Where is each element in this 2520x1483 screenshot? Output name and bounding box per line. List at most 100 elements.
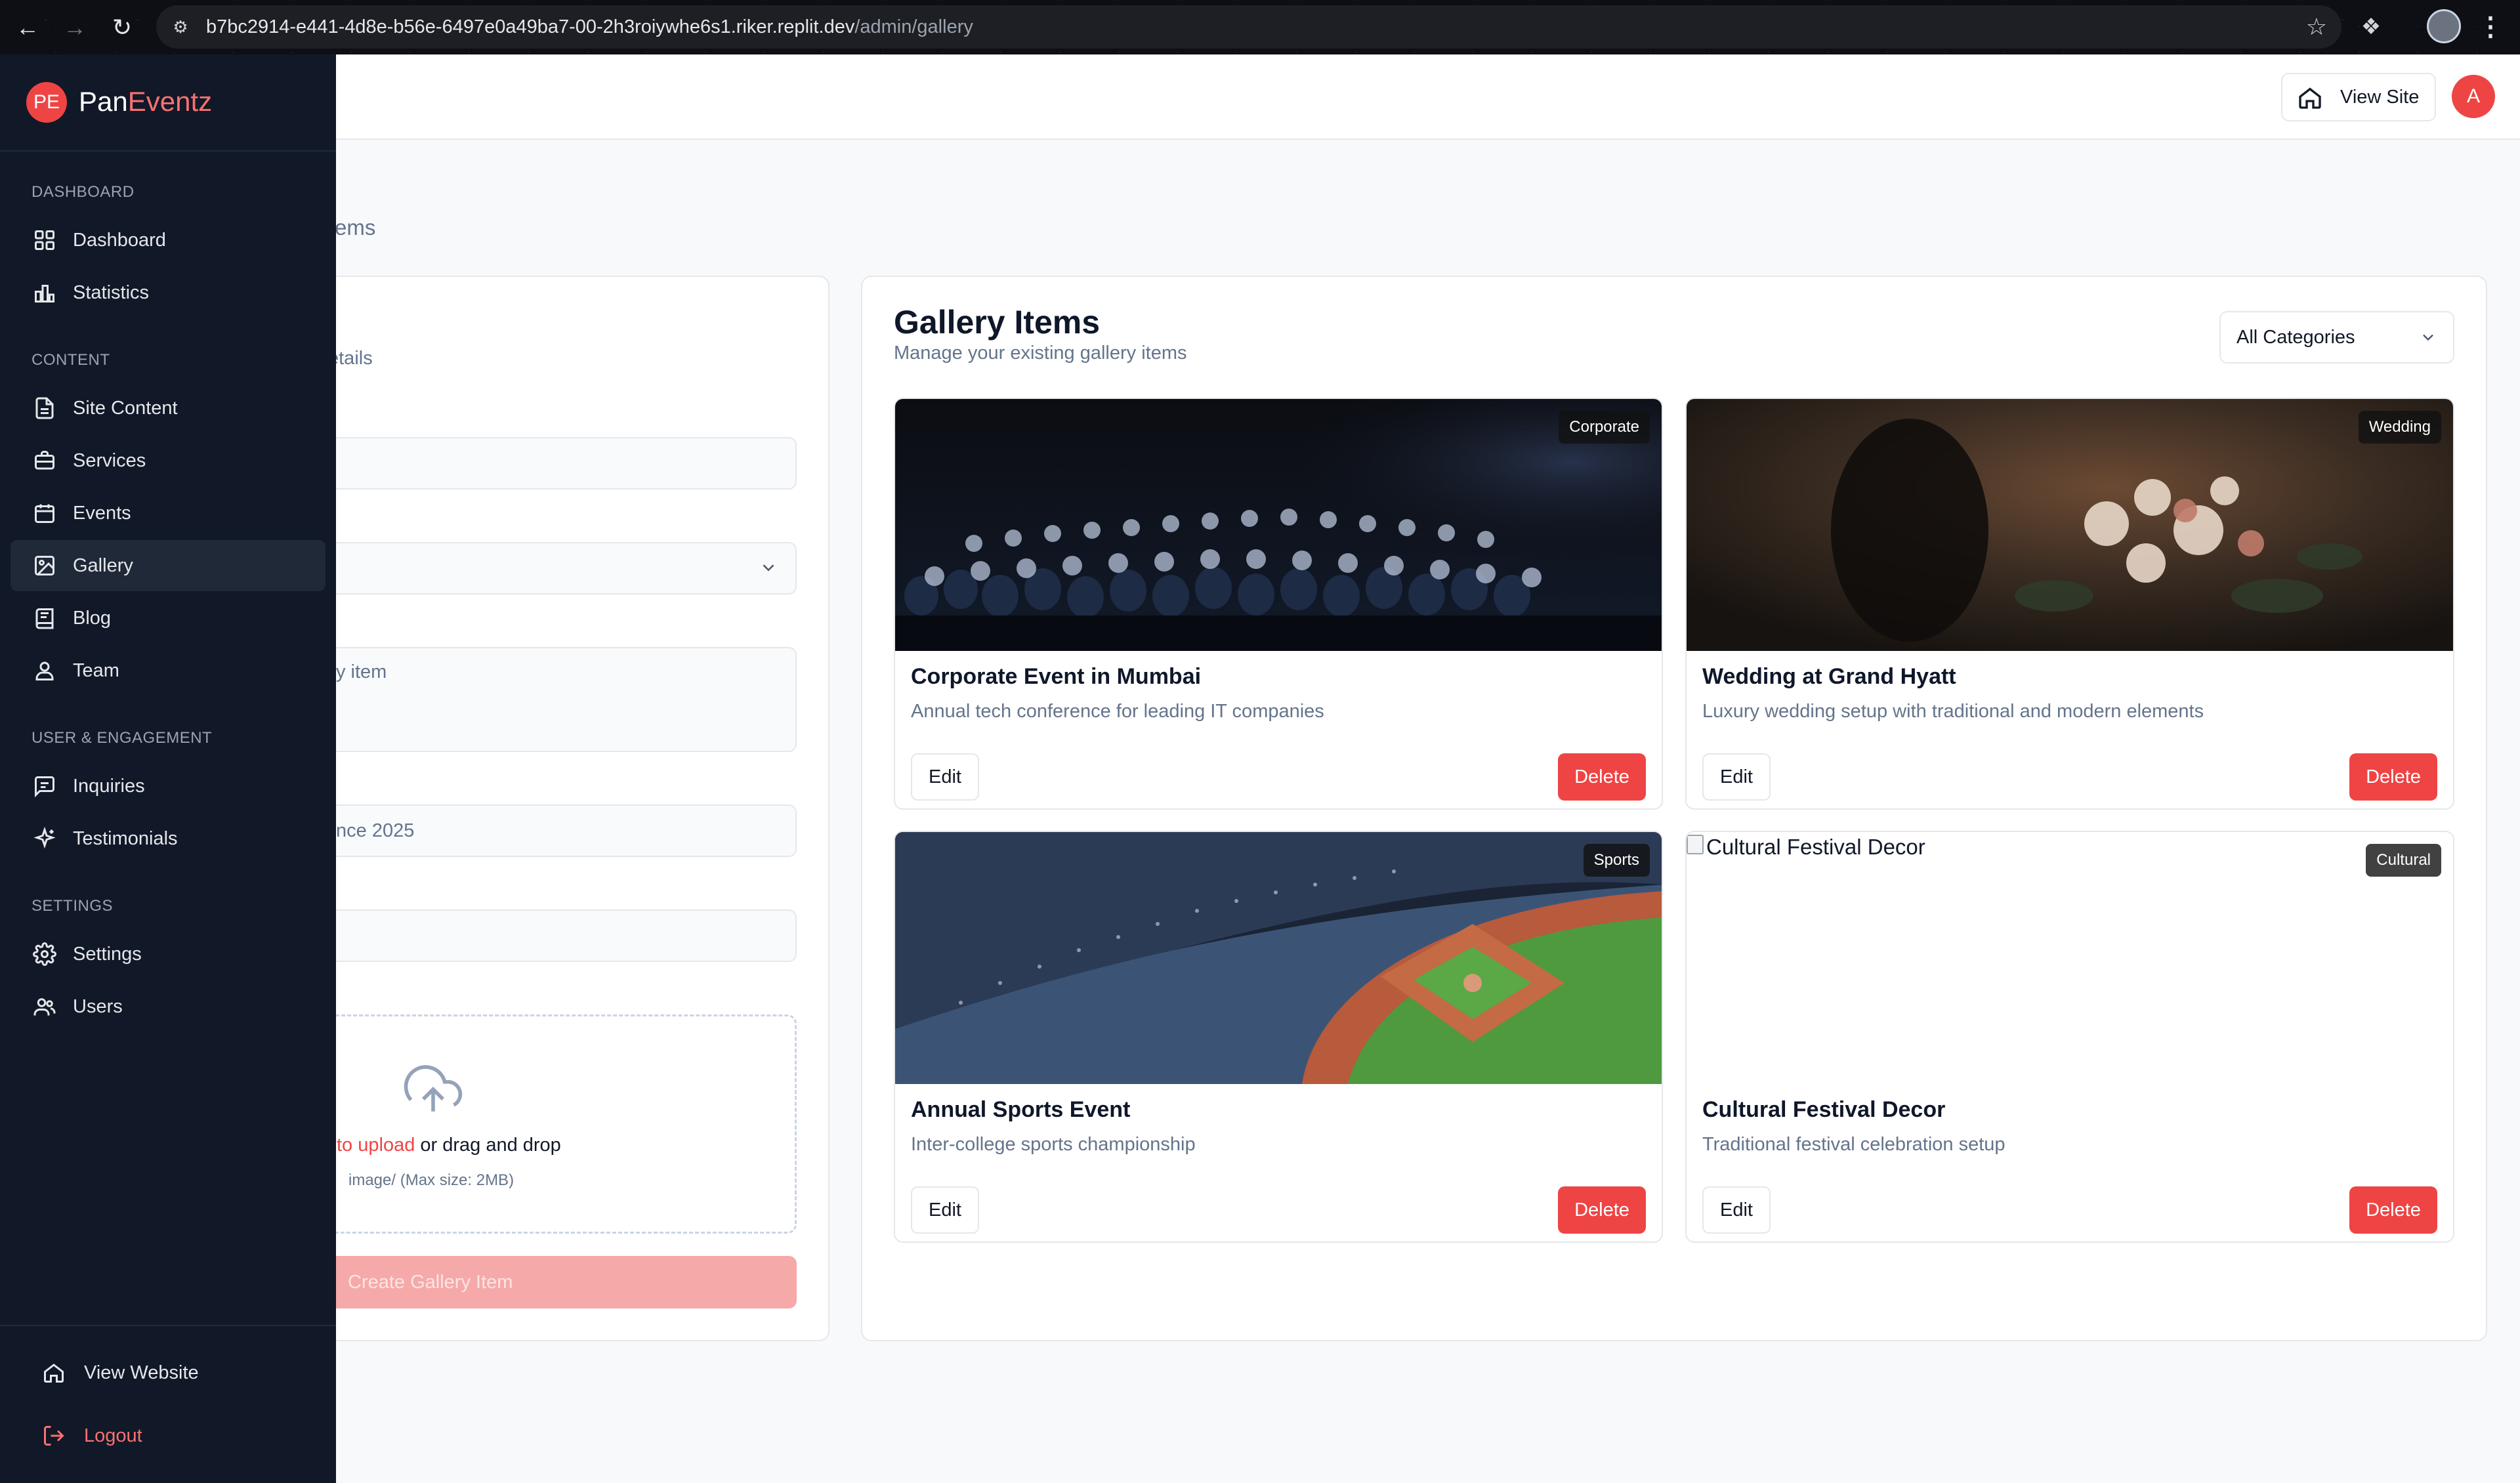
chevron-down-icon — [763, 564, 774, 572]
sidebar-item-settings[interactable]: Settings — [10, 929, 326, 980]
sidebar-item-team[interactable]: Team — [10, 645, 326, 696]
gallery-item: Wedding Wedding at Grand Hyatt Luxury we… — [1685, 398, 2454, 810]
home-icon — [44, 1364, 64, 1383]
sidebar-item-gallery[interactable]: Gallery — [10, 540, 326, 591]
edit-button[interactable]: Edit — [1702, 1186, 1771, 1234]
brand-name[interactable]: PanEventz — [79, 86, 212, 117]
reload-icon[interactable]: ↻ — [102, 8, 142, 47]
category-badge: Sports — [1583, 844, 1650, 877]
sidebar-item-statistics[interactable]: Statistics — [10, 267, 326, 318]
gallery-title: Gallery Items — [894, 304, 1101, 341]
delete-button[interactable]: Delete — [2349, 753, 2437, 801]
sidebar-section-settings: SETTINGS — [32, 897, 114, 915]
gallery-item: Cultural Festival Decor Cultural Cultura… — [1685, 831, 2454, 1243]
sidebar-item-events[interactable]: Events — [10, 488, 326, 539]
forward-arrow-icon[interactable]: → — [55, 8, 94, 47]
sidebar-item-label: Gallery — [73, 555, 133, 576]
sidebar-item-label: Inquiries — [73, 776, 145, 797]
address-bar[interactable]: ⚙ b7bc2914-e441-4d8e-b56e-6497e0a49ba7-0… — [156, 5, 2342, 49]
profile-avatar-icon[interactable] — [2427, 9, 2461, 43]
delete-button[interactable]: Delete — [1558, 753, 1646, 801]
date-value: nce 2025 — [336, 820, 415, 841]
sidebar-item-label: Testimonials — [73, 828, 178, 849]
gallery-subtitle: Manage your existing gallery items — [894, 343, 1187, 364]
user-avatar[interactable]: A — [2452, 75, 2495, 118]
kebab-menu-icon[interactable]: ⋮ — [2474, 9, 2507, 45]
extensions-icon[interactable]: ❖ — [2353, 9, 2389, 45]
top-header: View Site A — [0, 54, 2520, 140]
view-site-button[interactable]: View Site — [2281, 73, 2436, 121]
sidebar-item-label: Statistics — [73, 282, 150, 303]
gallery-item: Corporate Corporate Event in Mumbai Annu… — [894, 398, 1663, 810]
delete-button[interactable]: Delete — [1558, 1186, 1646, 1234]
briefcase-icon — [35, 451, 54, 470]
sidebar-item-label: Events — [73, 503, 131, 524]
file-text-icon — [35, 397, 54, 419]
edit-button[interactable]: Edit — [911, 753, 979, 801]
sparkle-icon — [33, 827, 56, 849]
sidebar-item-label: Settings — [73, 944, 142, 965]
gear-icon — [33, 942, 56, 966]
brand-name-part1: Pan — [79, 86, 128, 117]
brand-name-part2: Eventz — [127, 86, 213, 117]
sidebar-item-label: Team — [73, 660, 119, 681]
bar-chart-icon — [35, 285, 54, 303]
sidebar-item-label: Services — [73, 450, 146, 471]
gallery-item: Sports Annual Sports Event Inter-college… — [894, 831, 1663, 1243]
edit-button[interactable]: Edit — [911, 1186, 979, 1234]
upload-link[interactable]: to upload — [337, 1135, 415, 1156]
sidebar-section-content: CONTENT — [32, 351, 110, 369]
message-icon — [35, 776, 54, 798]
sidebar-item-blog[interactable]: Blog — [10, 593, 326, 644]
sidebar-item-site-content[interactable]: Site Content — [10, 383, 326, 434]
create-button-label: Create Gallery Item — [348, 1272, 513, 1293]
gallery-item-description: Traditional festival celebration setup — [1702, 1134, 2006, 1155]
sidebar-divider — [0, 1325, 336, 1326]
category-badge: Wedding — [2358, 411, 2441, 444]
gallery-item-title: Annual Sports Event — [911, 1097, 1131, 1122]
grid-icon — [35, 230, 54, 250]
gallery-item-image — [895, 832, 1662, 1084]
description-placeholder: y item — [336, 661, 387, 682]
logout-icon — [44, 1426, 64, 1446]
sidebar-divider — [0, 150, 336, 152]
bookmark-star-icon[interactable]: ☆ — [2306, 12, 2327, 42]
sidebar-item-label: Users — [73, 996, 123, 1017]
gallery-item-description: Annual tech conference for leading IT co… — [911, 701, 1324, 722]
cloud-upload-icon — [404, 1065, 463, 1112]
upload-text: or drag and drop — [415, 1135, 561, 1156]
calendar-icon — [35, 504, 54, 523]
category-badge: Corporate — [1559, 411, 1650, 444]
user-icon — [35, 661, 54, 680]
gallery-item-image: Cultural Festival Decor — [1687, 832, 2453, 1084]
back-arrow-icon[interactable]: ← — [8, 8, 47, 47]
upload-instructions: to upload or drag and drop — [337, 1135, 561, 1156]
sidebar-section-engagement: USER & ENGAGEMENT — [32, 729, 213, 747]
image-icon — [35, 556, 54, 575]
edit-button[interactable]: Edit — [1702, 753, 1771, 801]
upload-hint: image/ (Max size: 2MB) — [348, 1171, 514, 1189]
browser-chrome: ← → ↻ ⚙ b7bc2914-e441-4d8e-b56e-6497e0a4… — [0, 0, 2520, 54]
image-alt-text: Cultural Festival Decor — [1706, 835, 1925, 859]
delete-button[interactable]: Delete — [2349, 1186, 2437, 1234]
gallery-item-description: Inter-college sports championship — [911, 1134, 1196, 1155]
sidebar-item-testimonials[interactable]: Testimonials — [10, 813, 326, 864]
logout-label: Logout — [84, 1425, 142, 1446]
url-text: b7bc2914-e441-4d8e-b56e-6497e0a49ba7-00-… — [206, 5, 973, 49]
logout-button[interactable]: Logout — [10, 1410, 326, 1461]
sidebar-item-users[interactable]: Users — [10, 981, 326, 1032]
sidebar-item-services[interactable]: Services — [10, 435, 326, 486]
gallery-item-description: Luxury wedding setup with traditional an… — [1702, 701, 2204, 722]
site-settings-icon[interactable]: ⚙ — [167, 13, 194, 41]
sidebar-item-label: Blog — [73, 608, 112, 629]
category-filter-select[interactable]: All Categories — [2219, 311, 2454, 364]
sidebar-item-inquiries[interactable]: Inquiries — [10, 761, 326, 812]
home-icon — [2299, 87, 2321, 109]
category-badge: Cultural — [2366, 844, 2441, 877]
sidebar-item-dashboard[interactable]: Dashboard — [10, 215, 326, 266]
page-breadcrumb: ems — [335, 215, 376, 240]
view-website-link[interactable]: View Website — [10, 1347, 326, 1398]
view-site-label: View Site — [2340, 87, 2420, 108]
sidebar-section-dashboard: DASHBOARD — [32, 183, 135, 201]
users-icon — [33, 998, 56, 1016]
